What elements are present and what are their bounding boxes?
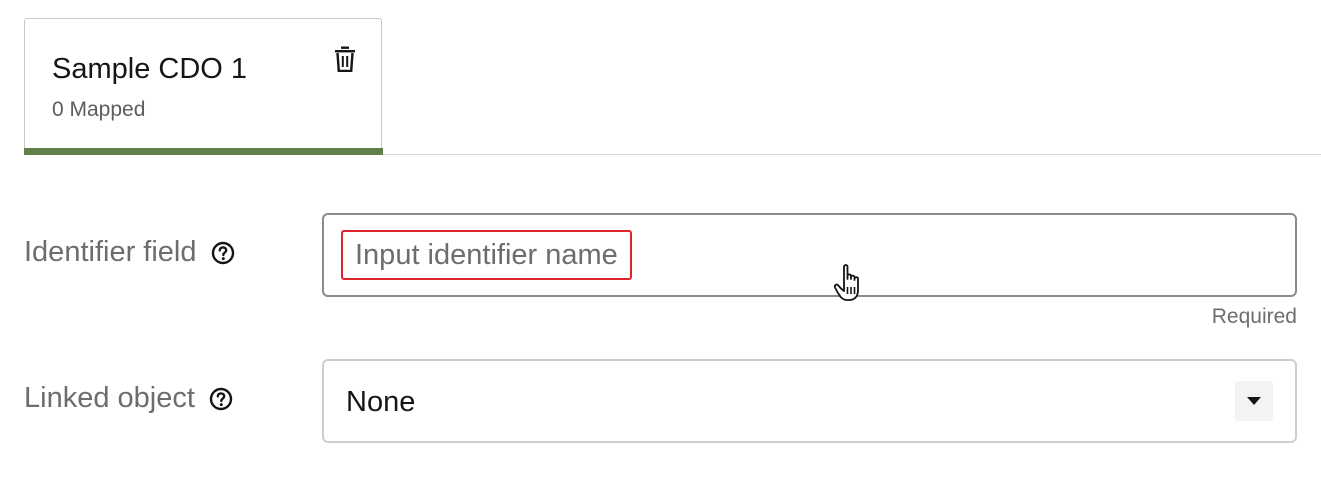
delete-button[interactable] (330, 43, 360, 75)
question-circle-icon[interactable] (211, 241, 235, 265)
tab-mapped-count: 0 Mapped (52, 98, 146, 121)
linked-object-label-text: Linked object (24, 382, 195, 414)
identifier-input[interactable]: Input identifier name (322, 213, 1297, 297)
placeholder-highlight: Input identifier name (341, 230, 632, 280)
question-circle-icon[interactable] (209, 387, 233, 411)
identifier-field-label-text: Identifier field (24, 236, 197, 268)
canvas: Sample CDO 1 0 Mapped Identifier field I… (0, 0, 1321, 490)
dropdown-toggle[interactable] (1235, 381, 1273, 421)
trash-icon (335, 46, 355, 72)
tab-divider (383, 154, 1321, 155)
tab-sample-cdo[interactable]: Sample CDO 1 0 Mapped (24, 18, 382, 148)
identifier-field-label: Identifier field (24, 236, 235, 269)
tab-title: Sample CDO 1 (52, 53, 248, 85)
linked-object-select[interactable]: None (322, 359, 1297, 443)
caret-down-icon (1247, 397, 1261, 405)
required-helper-text: Required (1211, 305, 1297, 328)
linked-object-label: Linked object (24, 382, 233, 415)
linked-object-value: None (346, 386, 416, 418)
tab-active-indicator (24, 148, 383, 155)
identifier-placeholder: Input identifier name (355, 238, 618, 271)
